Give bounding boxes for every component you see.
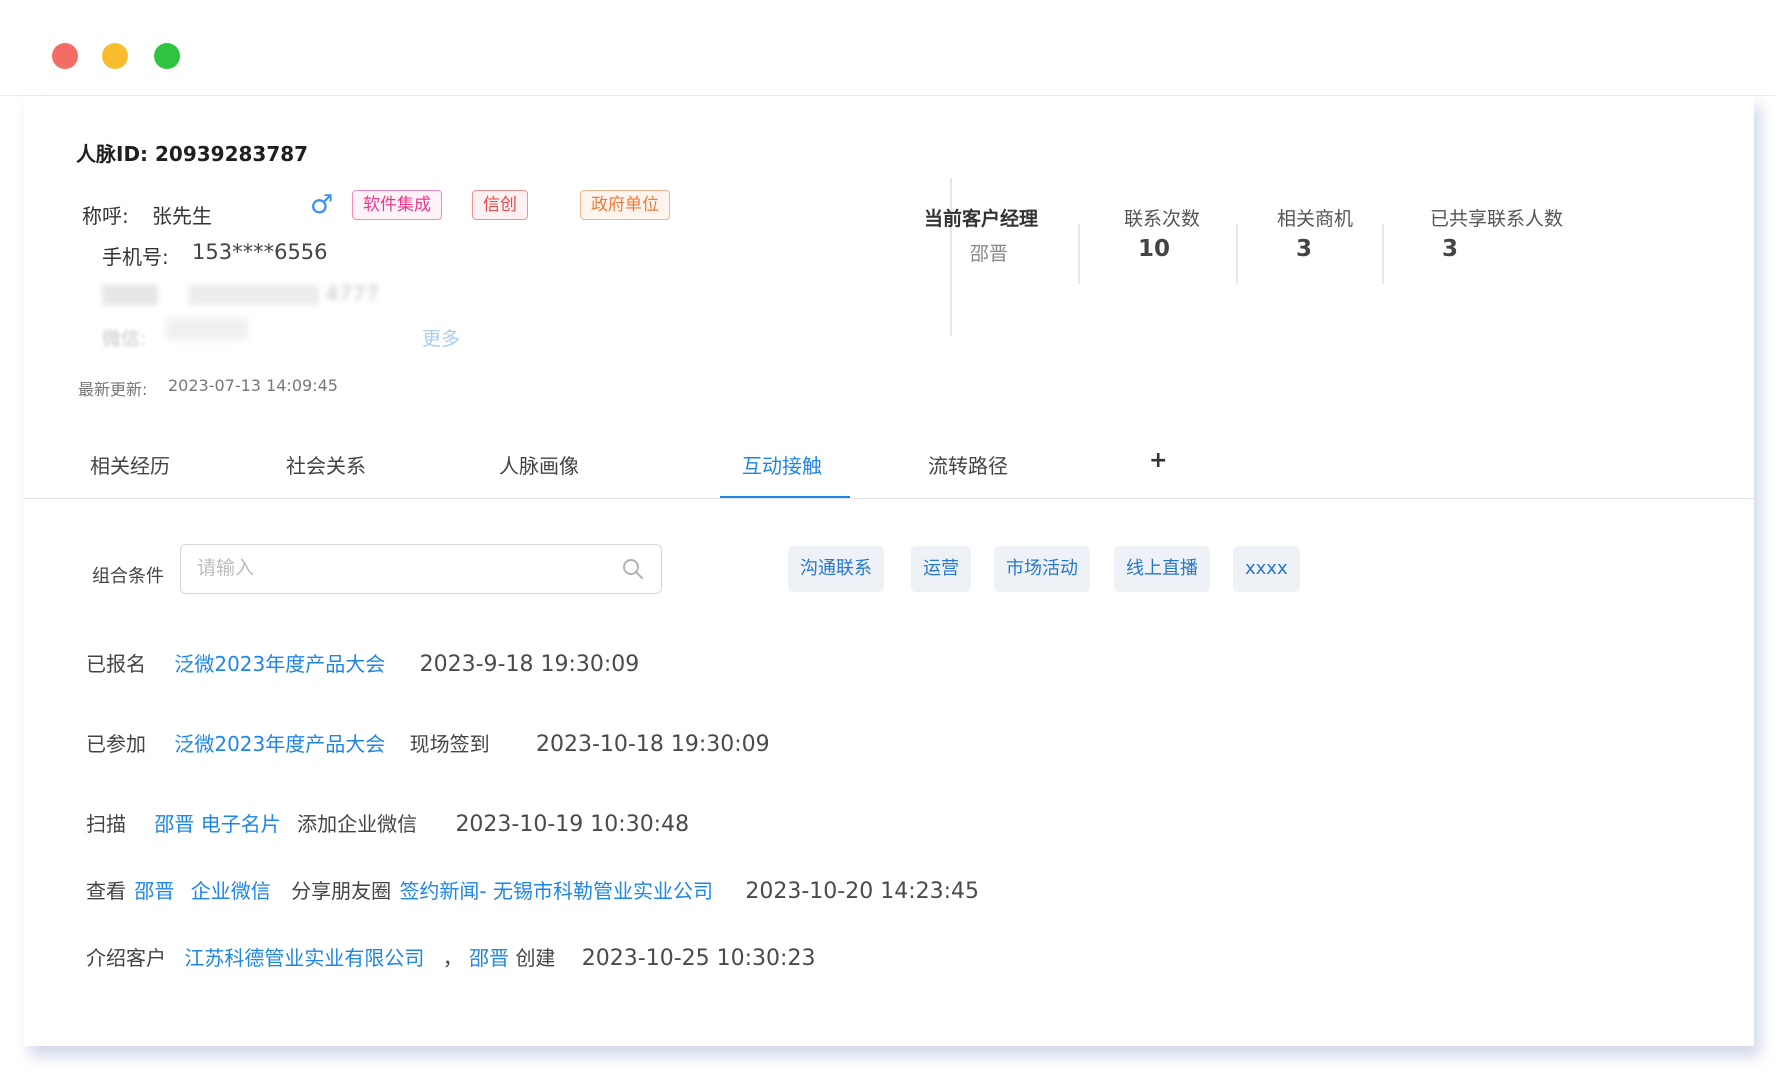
tab-social-relations[interactable]: 社会关系 bbox=[286, 450, 366, 479]
blurred-contact-value: 4777 bbox=[325, 282, 379, 306]
activity-row: 已参加 泛微2023年度产品大会 现场签到 2023-10-18 19:30:0… bbox=[86, 728, 770, 757]
tag-xinchuang[interactable]: 信创 bbox=[472, 190, 528, 220]
phone-value: 153****6556 bbox=[192, 240, 328, 264]
male-icon: ♂ bbox=[310, 190, 334, 220]
stat-label-shared-contacts: 已共享联系人数 bbox=[1430, 208, 1564, 230]
last-update-label: 最新更新: bbox=[78, 380, 148, 399]
stat-value-opportunities[interactable]: 3 bbox=[1296, 236, 1312, 262]
activity-detail: 添加企业微信 bbox=[297, 812, 418, 836]
contact-detail-card: 人脉ID: 20939283787 称呼: 张先生 ♂ 软件集成 信创 政府单位… bbox=[24, 96, 1754, 1046]
chip-market-activity[interactable]: 市场活动 bbox=[994, 546, 1090, 592]
activity-event-link[interactable]: 泛微2023年度产品大会 bbox=[174, 652, 385, 676]
activity-row: 查看 邵晋 企业微信 分享朋友圈 签约新闻- 无锡市科勒管业实业公司 2023-… bbox=[86, 875, 979, 904]
tab-contact-portrait[interactable]: 人脉画像 bbox=[499, 450, 579, 479]
filter-search-box bbox=[180, 544, 662, 594]
nickname-value: 张先生 bbox=[152, 204, 212, 228]
close-window-button[interactable] bbox=[52, 43, 78, 69]
person-id: 人脉ID: 20939283787 bbox=[76, 138, 308, 167]
stat-value-account-manager[interactable]: 邵晋 bbox=[970, 239, 1008, 266]
tab-related-experience[interactable]: 相关经历 bbox=[90, 450, 170, 479]
activity-wechat-link[interactable]: 企业微信 bbox=[191, 879, 271, 903]
tab-interaction[interactable]: 互动接触 bbox=[742, 450, 822, 479]
chip-live-stream[interactable]: 线上直播 bbox=[1114, 546, 1210, 592]
search-icon[interactable] bbox=[621, 557, 645, 581]
nickname-label: 称呼: bbox=[82, 204, 129, 228]
more-link[interactable]: 更多 bbox=[422, 324, 460, 351]
stat-divider bbox=[1078, 224, 1080, 284]
add-tab-button[interactable]: + bbox=[1149, 448, 1167, 473]
activity-action: 扫描 bbox=[86, 812, 126, 836]
activity-row: 介绍客户 江苏科德管业实业有限公司 ， 邵晋 创建 2023-10-25 10:… bbox=[86, 942, 815, 971]
blurred-contact-row: 4777 bbox=[102, 282, 379, 306]
stat-label-opportunities: 相关商机 bbox=[1277, 208, 1354, 230]
activity-detail: 创建 bbox=[515, 946, 556, 970]
activity-business-card-link[interactable]: 邵晋 电子名片 bbox=[154, 812, 280, 836]
activity-action: 查看 bbox=[86, 879, 126, 903]
activity-detail: 分享朋友圈 bbox=[291, 879, 392, 903]
last-update-value: 2023-07-13 14:09:45 bbox=[168, 376, 338, 395]
activity-news-link[interactable]: 签约新闻- 无锡市科勒管业实业公司 bbox=[399, 879, 713, 903]
activity-action: 已参加 bbox=[86, 732, 146, 756]
stat-value-shared-contacts[interactable]: 3 bbox=[1442, 236, 1458, 262]
activity-company-link[interactable]: 江苏科德管业实业有限公司 bbox=[184, 946, 424, 970]
tabs-divider bbox=[24, 498, 1754, 499]
profile-stats-divider bbox=[950, 178, 952, 336]
activity-time: 2023-10-20 14:23:45 bbox=[745, 879, 980, 904]
chip-operation[interactable]: 运营 bbox=[911, 546, 971, 592]
person-id-label: 人脉ID: bbox=[76, 142, 149, 166]
activity-detail: 现场签到 bbox=[409, 732, 490, 756]
stat-divider bbox=[1382, 224, 1384, 284]
stat-label-contact-count: 联系次数 bbox=[1124, 208, 1201, 230]
tab-transfer-path[interactable]: 流转路径 bbox=[928, 450, 1008, 479]
activity-row: 扫描 邵晋 电子名片 添加企业微信 2023-10-19 10:30:48 bbox=[86, 808, 689, 837]
tag-software-integration[interactable]: 软件集成 bbox=[352, 190, 442, 220]
activity-row: 已报名 泛微2023年度产品大会 2023-9-18 19:30:09 bbox=[86, 648, 639, 677]
activity-time: 2023-10-18 19:30:09 bbox=[535, 732, 770, 757]
wechat-label: 微信: bbox=[102, 328, 147, 350]
activity-event-link[interactable]: 泛微2023年度产品大会 bbox=[174, 732, 385, 756]
activity-time: 2023-10-25 10:30:23 bbox=[581, 946, 816, 971]
window-titlebar bbox=[0, 0, 1776, 96]
filter-label: 组合条件 bbox=[92, 566, 164, 587]
chip-xxxx[interactable]: xxxx bbox=[1233, 546, 1300, 592]
stat-value-contact-count[interactable]: 10 bbox=[1138, 236, 1170, 262]
activity-person-link[interactable]: 邵晋 bbox=[469, 946, 509, 970]
stat-label-account-manager: 当前客户经理 bbox=[924, 208, 1039, 230]
wechat-value-blurred bbox=[166, 318, 248, 340]
activity-time: 2023-10-19 10:30:48 bbox=[455, 812, 690, 837]
activity-time: 2023-9-18 19:30:09 bbox=[419, 652, 640, 677]
activity-action: 介绍客户 bbox=[86, 946, 166, 970]
chip-communication[interactable]: 沟通联系 bbox=[788, 546, 884, 592]
tag-government-unit[interactable]: 政府单位 bbox=[580, 190, 670, 220]
stat-divider bbox=[1236, 224, 1238, 284]
activity-separator: ， bbox=[442, 946, 463, 970]
phone-label: 手机号: bbox=[102, 245, 169, 269]
person-id-value: 20939283787 bbox=[155, 142, 309, 166]
activity-person-link[interactable]: 邵晋 bbox=[134, 879, 174, 903]
maximize-window-button[interactable] bbox=[154, 43, 180, 69]
minimize-window-button[interactable] bbox=[102, 43, 128, 69]
activity-action: 已报名 bbox=[86, 652, 146, 676]
filter-search-input[interactable] bbox=[181, 545, 581, 591]
